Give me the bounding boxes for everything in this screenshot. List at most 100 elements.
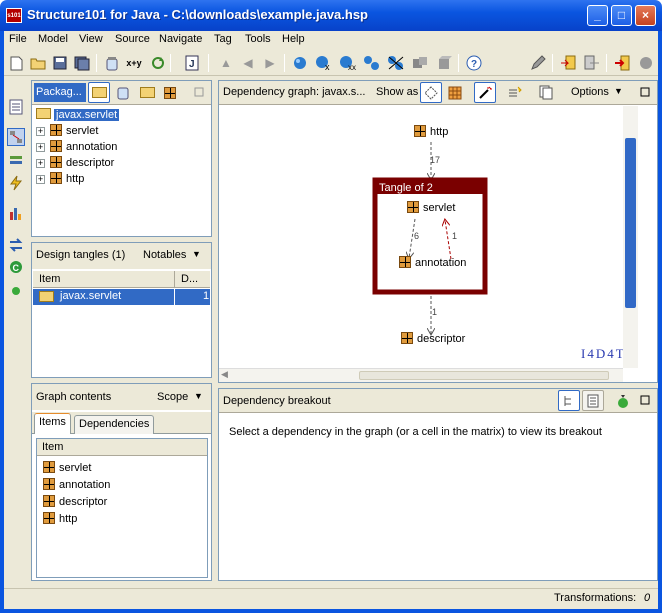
scrollbar-thumb[interactable] <box>359 371 609 380</box>
save-all-icon[interactable] <box>72 53 92 73</box>
column-item[interactable]: Item <box>39 273 60 285</box>
list-view-icon[interactable] <box>582 390 604 411</box>
import-icon[interactable] <box>558 53 578 73</box>
graph-layout-icon[interactable] <box>420 82 442 103</box>
graph-node-http[interactable]: http <box>414 125 448 139</box>
packages-tab[interactable]: Packag... <box>34 83 86 102</box>
graph-node-annotation[interactable]: annotation <box>399 256 466 270</box>
help-icon[interactable]: ? <box>464 53 484 73</box>
save-icon[interactable] <box>50 53 70 73</box>
list-item[interactable]: descriptor <box>43 494 107 510</box>
edge-label: 6 <box>414 231 420 241</box>
package-icon <box>399 256 411 268</box>
green-dot-icon[interactable] <box>7 282 25 300</box>
menu-source[interactable]: Source <box>115 33 150 45</box>
tree-item-servlet[interactable]: + servlet <box>36 123 98 139</box>
menu-navigate[interactable]: Navigate <box>159 33 202 45</box>
open-folder-icon[interactable] <box>28 53 48 73</box>
copy-icon[interactable] <box>535 82 557 103</box>
exit-icon[interactable] <box>612 53 632 73</box>
tree-item-descriptor[interactable]: + descriptor <box>36 155 114 171</box>
stop-icon[interactable] <box>636 53 656 73</box>
graph-view-icon[interactable] <box>7 128 25 146</box>
list-item[interactable]: http <box>43 511 77 527</box>
matrix-icon[interactable] <box>444 82 466 103</box>
java-icon[interactable]: J <box>182 53 202 73</box>
notables-dropdown[interactable]: Notables <box>143 249 186 261</box>
column-item[interactable]: Item <box>42 441 63 453</box>
minimize-panel-icon[interactable] <box>192 85 206 99</box>
edit-icon[interactable] <box>528 53 548 73</box>
minimize-button[interactable]: _ <box>587 5 608 26</box>
package-view-icon[interactable] <box>159 82 181 103</box>
cube-group-icon[interactable] <box>410 53 430 73</box>
export-icon[interactable] <box>582 53 602 73</box>
scope-dropdown[interactable]: Scope <box>157 391 188 403</box>
back-arrow-icon[interactable]: ◀ <box>238 53 258 73</box>
expand-icon[interactable]: + <box>36 143 45 152</box>
options-dropdown[interactable]: Options <box>571 86 609 98</box>
menu-view[interactable]: View <box>79 33 103 45</box>
expand-icon[interactable]: + <box>36 127 45 136</box>
tree-item-annotation[interactable]: + annotation <box>36 139 117 155</box>
menu-tools[interactable]: Tools <box>245 33 271 45</box>
new-file-icon[interactable] <box>6 53 26 73</box>
minimize-panel-icon[interactable] <box>638 393 652 407</box>
dropdown-arrow-icon[interactable]: ▼ <box>194 391 203 401</box>
menu-help[interactable]: Help <box>282 33 305 45</box>
table-row[interactable]: javax.servlet 1 <box>33 289 210 305</box>
expand-icon[interactable]: + <box>36 159 45 168</box>
class-icon[interactable]: C <box>7 258 25 276</box>
cube-icon[interactable] <box>434 53 454 73</box>
xy-icon[interactable]: x+y <box>124 53 144 73</box>
forward-arrow-icon[interactable]: ▶ <box>260 53 280 73</box>
sphere-x-icon[interactable]: x <box>314 53 334 73</box>
tree-item-http[interactable]: + http <box>36 171 84 187</box>
dropdown-arrow-icon[interactable]: ▼ <box>614 86 623 96</box>
menu-file[interactable]: File <box>9 33 27 45</box>
dropdown-arrow-icon[interactable]: ▼ <box>192 249 201 259</box>
tree-root-label: javax.servlet <box>54 109 120 121</box>
close-button[interactable]: × <box>635 5 656 26</box>
tab-dependencies[interactable]: Dependencies <box>74 415 155 434</box>
scroll-left-icon[interactable]: ◀ <box>221 369 228 380</box>
items-list: Item servlet annotation descriptor http <box>36 438 208 578</box>
refresh-icon[interactable] <box>148 53 168 73</box>
minimize-panel-icon[interactable] <box>638 85 652 99</box>
list-item[interactable]: annotation <box>43 477 110 493</box>
horizontal-scrollbar[interactable]: ◀ <box>219 368 623 382</box>
swap-arrows-icon[interactable] <box>7 236 25 254</box>
bar-chart-icon[interactable] <box>7 204 25 222</box>
layers-icon[interactable] <box>7 152 25 170</box>
menu-tag[interactable]: Tag <box>214 33 232 45</box>
tree-view-icon[interactable] <box>558 390 580 411</box>
graph-node-servlet[interactable]: servlet <box>407 201 455 215</box>
spheres-x-icon[interactable] <box>386 53 406 73</box>
tree-item-label: http <box>66 173 85 185</box>
jar-icon[interactable] <box>102 53 122 73</box>
highlight-icon[interactable] <box>504 82 526 103</box>
spheres-icon[interactable] <box>362 53 382 73</box>
up-arrow-icon[interactable]: ▲ <box>216 53 236 73</box>
expand-icon[interactable]: + <box>36 175 45 184</box>
tree-item-label: annotation <box>66 141 118 153</box>
menu-model[interactable]: Model <box>38 33 68 45</box>
document-icon[interactable] <box>7 98 25 116</box>
vertical-scrollbar[interactable] <box>623 106 638 368</box>
jar-view-icon[interactable] <box>112 82 134 103</box>
scrollbar-thumb[interactable] <box>625 138 636 308</box>
tab-items[interactable]: Items <box>34 413 71 434</box>
run-icon[interactable] <box>612 390 634 411</box>
column-d[interactable]: D... <box>181 273 198 285</box>
graph-node-descriptor[interactable]: descriptor <box>401 332 465 346</box>
sphere-xx-icon[interactable]: xx <box>338 53 358 73</box>
folder-view-icon[interactable] <box>136 82 158 103</box>
maximize-button[interactable]: □ <box>611 5 632 26</box>
list-item[interactable]: servlet <box>43 460 91 476</box>
open-folder-view-icon[interactable] <box>88 82 110 103</box>
sphere-icon[interactable] <box>290 53 310 73</box>
lightning-icon[interactable] <box>7 174 25 192</box>
tree-root[interactable]: javax.servlet <box>36 107 120 123</box>
magic-wand-icon[interactable] <box>474 82 496 103</box>
tangle-box[interactable] <box>372 177 488 295</box>
